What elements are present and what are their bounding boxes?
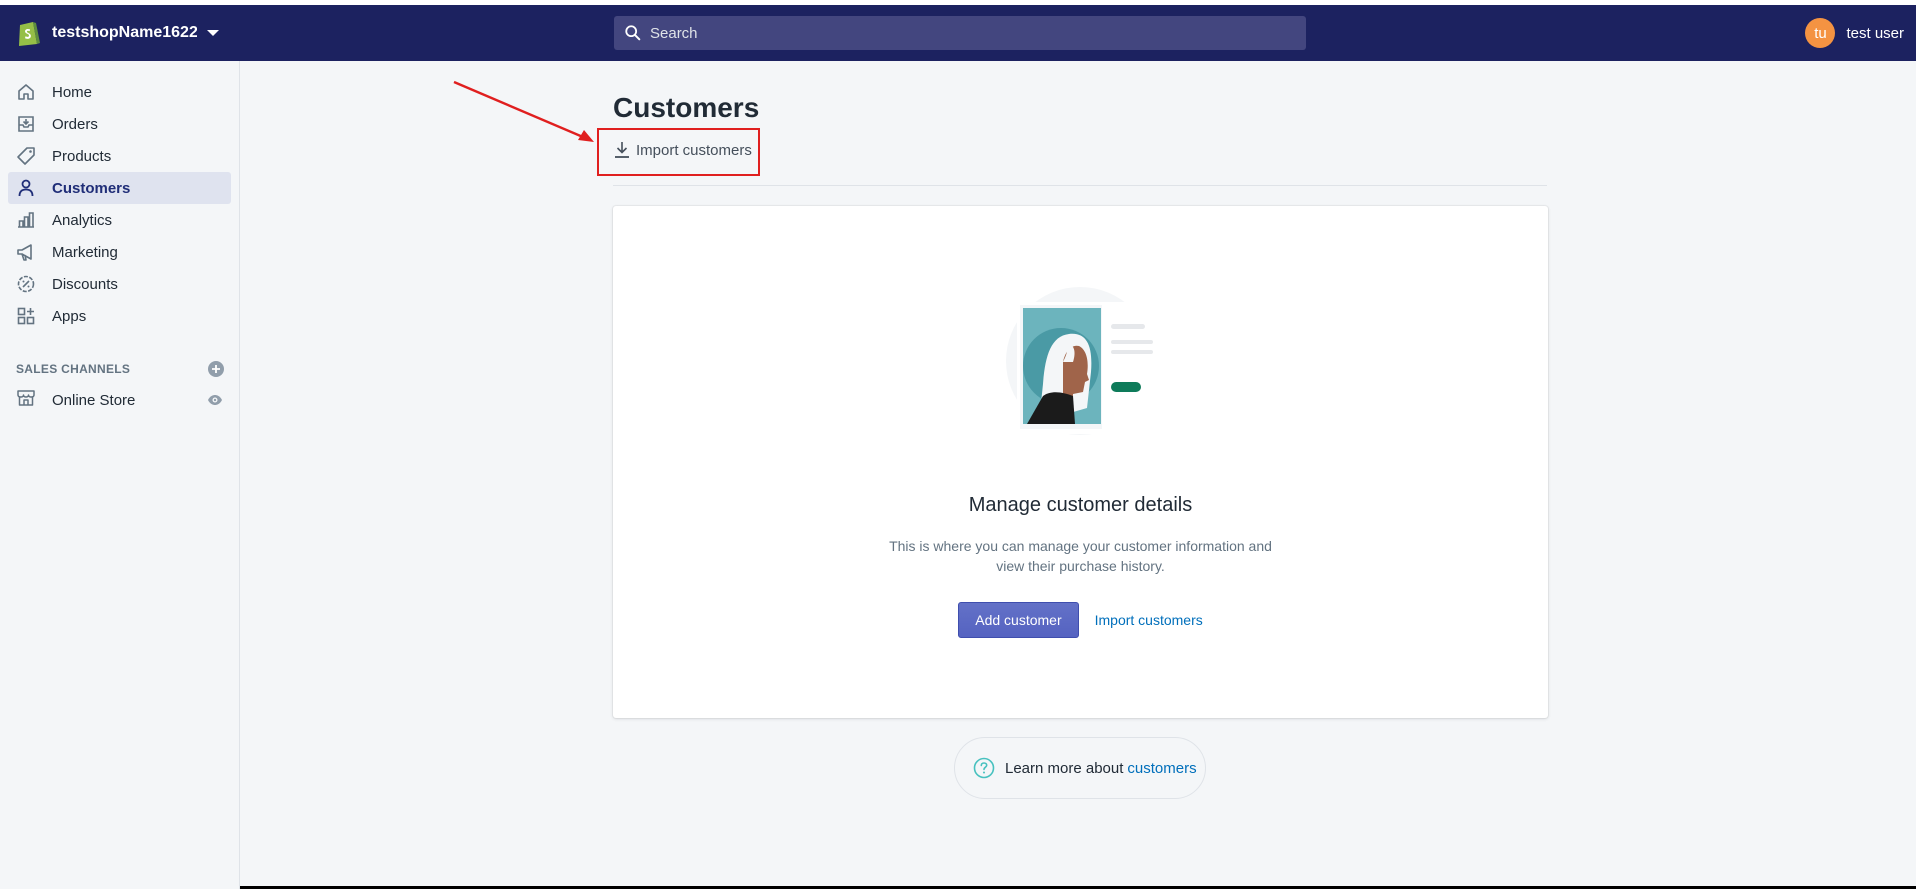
empty-state-description: This is where you can manage your custom… <box>889 538 1272 574</box>
discount-icon <box>16 274 36 294</box>
sidebar-item-online-store[interactable]: Online Store <box>8 384 231 416</box>
sidebar: Home Orders Products Customers Analytics <box>0 61 240 889</box>
annotation-arrow <box>453 80 594 142</box>
import-customers-button[interactable]: Import customers <box>614 141 752 159</box>
store-icon <box>16 388 36 413</box>
sidebar-item-analytics[interactable]: Analytics <box>8 204 231 236</box>
add-customer-button[interactable]: Add customer <box>958 602 1079 638</box>
learn-more-text: Learn more about <box>1005 759 1124 777</box>
sidebar-item-label: Apps <box>52 307 87 325</box>
customer-illustration <box>1006 287 1162 435</box>
shopify-logo-icon <box>19 22 40 46</box>
sidebar-item-label: Analytics <box>52 211 113 229</box>
sidebar-item-customers[interactable]: Customers <box>8 172 231 204</box>
home-icon <box>16 82 36 102</box>
empty-state-actions: Add customer Import customers <box>613 602 1548 638</box>
customers-help-link[interactable]: customers <box>1127 760 1196 777</box>
sidebar-item-label: Marketing <box>52 243 118 261</box>
import-customers-link[interactable]: Import customers <box>1095 612 1203 628</box>
orders-icon <box>16 114 36 134</box>
search-icon <box>625 25 641 41</box>
sidebar-item-label: Orders <box>52 115 98 133</box>
user-menu[interactable]: tu test user <box>1805 5 1904 61</box>
search-input[interactable]: Search <box>614 16 1306 50</box>
sidebar-item-home[interactable]: Home <box>8 76 231 108</box>
sales-channels-header: SALES CHANNELS <box>16 361 224 377</box>
store-switcher[interactable]: testshopName1622... <box>16 5 219 61</box>
sidebar-item-marketing[interactable]: Marketing <box>8 236 231 268</box>
megaphone-icon <box>16 242 36 262</box>
top-bar: testshopName1622... Search tu test user <box>0 5 1916 61</box>
sidebar-item-label: Home <box>52 83 93 101</box>
search-placeholder: Search <box>650 24 698 42</box>
sales-channels-title: SALES CHANNELS <box>16 362 131 376</box>
sidebar-item-products[interactable]: Products <box>8 140 231 172</box>
sidebar-item-label: Discounts <box>52 275 118 293</box>
tag-icon <box>16 146 36 166</box>
person-icon <box>16 178 36 198</box>
add-channel-plus-icon[interactable] <box>208 361 224 377</box>
download-icon <box>615 142 629 158</box>
sidebar-item-label: Online Store <box>52 391 136 409</box>
chevron-down-icon <box>207 30 219 36</box>
bar-chart-icon <box>16 210 36 230</box>
eye-icon[interactable] <box>207 392 223 408</box>
user-name: test user <box>1846 24 1904 42</box>
sidebar-item-orders[interactable]: Orders <box>8 108 231 140</box>
sidebar-item-label: Products <box>52 147 112 165</box>
avatar: tu <box>1805 18 1836 48</box>
learn-more-callout: Learn more about customers <box>954 737 1206 799</box>
store-name: testshopName1622... <box>52 24 197 41</box>
sidebar-item-discounts[interactable]: Discounts <box>8 268 231 300</box>
sidebar-item-apps[interactable]: Apps <box>8 300 231 332</box>
sidebar-nav: Home Orders Products Customers Analytics <box>8 76 231 332</box>
import-customers-label: Import customers <box>636 141 752 159</box>
empty-state-heading: Manage customer details <box>968 494 1193 516</box>
sidebar-item-label: Customers <box>52 179 131 197</box>
help-circle-icon <box>973 757 995 779</box>
empty-state-card: Manage customer details This is where yo… <box>613 206 1548 718</box>
header-divider <box>613 185 1547 186</box>
page-title: Customers <box>613 92 760 123</box>
apps-icon <box>16 306 36 326</box>
